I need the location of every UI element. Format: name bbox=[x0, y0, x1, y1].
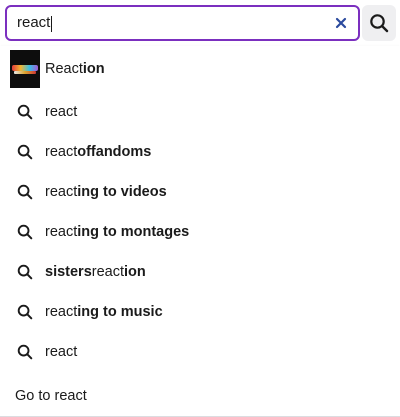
close-icon bbox=[335, 17, 347, 29]
search-input[interactable] bbox=[17, 7, 317, 39]
text-caret bbox=[51, 16, 53, 32]
channel-thumbnail bbox=[10, 50, 40, 88]
search-icon bbox=[17, 104, 33, 120]
search-icon bbox=[17, 304, 33, 320]
search-icon bbox=[17, 184, 33, 200]
clear-search-button[interactable] bbox=[332, 14, 350, 32]
suggestion-item[interactable]: reacting to videos bbox=[0, 172, 400, 212]
search-icon bbox=[17, 264, 33, 280]
suggestion-label: reacting to videos bbox=[45, 184, 167, 200]
suggestion-channel[interactable]: Reaction bbox=[0, 49, 400, 89]
match-highlight: react bbox=[91, 264, 125, 280]
suggestion-item[interactable]: sistersreaction bbox=[0, 252, 400, 292]
suggestion-item[interactable]: reacting to montages bbox=[0, 212, 400, 252]
suggestion-label: react bbox=[45, 344, 78, 360]
suggestion-item[interactable]: react bbox=[0, 332, 400, 372]
suggestions-dropdown: Reaction react reactoffandoms reacting to … bbox=[0, 46, 400, 417]
search-icon bbox=[370, 14, 389, 33]
search-icon bbox=[17, 224, 33, 240]
suggestion-label: reacting to music bbox=[45, 304, 163, 320]
search-field[interactable] bbox=[5, 5, 360, 41]
channel-label: Reaction bbox=[45, 61, 105, 77]
go-to-search-link[interactable]: Go to react bbox=[0, 376, 400, 416]
suggestion-item[interactable]: reactoffandoms bbox=[0, 132, 400, 172]
search-submit-button[interactable] bbox=[362, 5, 396, 41]
search-icon bbox=[17, 344, 33, 360]
search-icon bbox=[17, 144, 33, 160]
suggestion-label: react bbox=[45, 104, 78, 120]
suggestion-item[interactable]: reacting to music bbox=[0, 292, 400, 332]
suggestion-label: reacting to montages bbox=[45, 224, 190, 240]
go-to-label: Go to react bbox=[15, 388, 87, 404]
suggestion-item[interactable]: react bbox=[0, 92, 400, 132]
suggestion-label: sistersreaction bbox=[45, 264, 146, 280]
suggestion-label: reactoffandoms bbox=[45, 144, 152, 160]
search-bar bbox=[0, 0, 400, 46]
